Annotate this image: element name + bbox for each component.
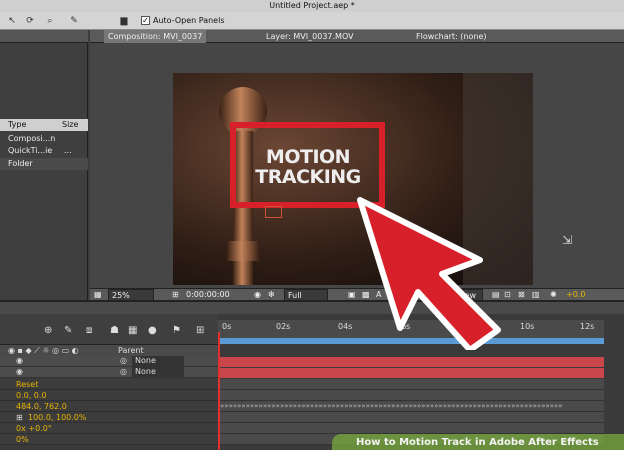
track-row [218,390,604,401]
arrow-annotation-icon [357,197,501,350]
rotate-tool-icon[interactable]: ⟳ [24,15,36,27]
property-row: 0% [0,434,218,445]
video-title-text: MOTION TRACKING [233,147,383,187]
graph-editor-icon[interactable]: ⚑ [172,325,181,336]
ruler-tick: 12s [580,322,595,331]
parent-pickwhip-icon[interactable]: ◎ [120,356,127,365]
composition-tabs: Composition: MVI_0037 Layer: MVI_0037.MO… [90,30,624,43]
property-row: Reset [0,379,218,390]
property-value[interactable]: 0% [16,434,29,445]
layer-row[interactable]: ◉ ◎ None [0,356,218,367]
timeline-switches: ⊕ ✎ ⧈ ☗ ▦ ● ⚑ ⊞ [0,314,218,344]
switches-icons: ◉ ▪ ◆ ⟋ ☼ ◎ ▭ ◐ [8,346,79,355]
brainstorm-icon[interactable]: ⊞ [196,325,204,336]
hide-shy-icon[interactable]: ☗ [110,325,119,336]
track-point-box[interactable] [265,206,282,218]
layer-duration-bar[interactable] [218,357,604,367]
tab-flowchart[interactable]: Flowchart: (none) [416,30,487,43]
property-row: 484.0, 762.0 [0,401,218,412]
type-column-header[interactable]: Type [8,120,26,129]
timeline-panel: ⊕ ✎ ⧈ ☗ ▦ ● ⚑ ⊞ 0s 02s 04s 06s 10s 12s ◉… [0,300,624,450]
video-text-line1: MOTION [265,146,351,168]
auto-open-panels-label: Auto-Open Panels [153,16,225,25]
selection-tool-icon[interactable]: ↖ [6,15,18,27]
property-row: ⊞ 100.0, 100.0% [0,412,218,423]
link-icon[interactable]: ⊞ [16,412,23,423]
track-row [218,379,604,390]
tab-composition[interactable]: Composition: MVI_0037 [104,30,207,43]
property-value[interactable]: 0.0, 0.0 [16,390,47,401]
project-item-type: QuickTi...ie [8,146,53,155]
property-row: 0x +0.0° [0,423,218,434]
ruler-tick: 02s [276,322,291,331]
project-item-size: ... [64,146,72,155]
layer-columns-header: ◉ ▪ ◆ ⟋ ☼ ◎ ▭ ◐ Parent [0,344,218,356]
tab-layer[interactable]: Layer: MVI_0037.MOV [266,30,354,43]
cursor-icon: ⇲ [562,233,573,247]
visibility-icon[interactable]: ◉ [16,356,23,365]
timeline-tabs [0,302,624,314]
current-time-indicator[interactable] [218,332,220,450]
project-columns-header: Type Size [0,119,88,131]
frame-blending-icon[interactable]: ▦ [128,325,137,336]
project-item-type: Composi...n [8,134,56,143]
window-title: Untitled Project.aep * [0,0,624,12]
video-text-line2: TRACKING [255,166,361,188]
folder-icon[interactable]: ▆ [118,15,130,27]
live-update-icon[interactable]: ✎ [64,325,72,336]
project-panel-header [0,30,88,43]
zoom-tool-icon[interactable]: ⌕ [44,15,56,27]
motion-blur-icon[interactable]: ● [148,325,157,336]
tools-toolbar: ↖ ⟳ ⌕ ✎ ▆ ✓ Auto-Open Panels [0,12,624,30]
track-row [218,412,604,423]
parent-column-header: Parent [118,346,144,355]
project-item-composition[interactable]: Composi...n [0,133,88,145]
parent-dropdown[interactable]: None [132,367,184,377]
pen-tool-icon[interactable]: ✎ [68,15,80,27]
comp-mini-flowchart-icon[interactable]: ⊕ [44,325,52,336]
property-row: 0.0, 0.0 [0,390,218,401]
property-value[interactable]: 484.0, 762.0 [16,401,67,412]
layer-duration-bar[interactable] [218,368,604,378]
keyframes-strip[interactable]: »»»»»»»»»»»»»»»»»»»»»»»»»»»»»»»»»»»»»»»»… [220,401,600,412]
parent-dropdown[interactable]: None [132,356,184,366]
size-column-header[interactable]: Size [62,120,78,129]
track-row: »»»»»»»»»»»»»»»»»»»»»»»»»»»»»»»»»»»»»»»»… [218,401,604,412]
draft-3d-icon[interactable]: ⧈ [86,325,92,336]
property-value[interactable]: Reset [16,379,38,390]
ruler-tick: 0s [222,322,232,331]
project-item-folder[interactable]: Folder [0,158,88,170]
watermark-banner: How to Motion Track in Adobe After Effec… [332,434,624,450]
track-row [218,423,604,434]
layer-row[interactable]: ◉ ◎ None [0,367,218,378]
parent-pickwhip-icon[interactable]: ◎ [120,367,127,376]
project-item-type: Folder [8,159,33,168]
property-value[interactable]: 100.0, 100.0% [28,412,87,423]
property-value[interactable]: 0x +0.0° [16,423,52,434]
project-panel: Type Size Composi...n QuickTi...ie... Fo… [0,30,88,300]
auto-open-panels-checkbox[interactable]: ✓ [141,16,150,25]
project-item-quicktime[interactable]: QuickTi...ie... [0,145,88,157]
visibility-icon[interactable]: ◉ [16,367,23,376]
